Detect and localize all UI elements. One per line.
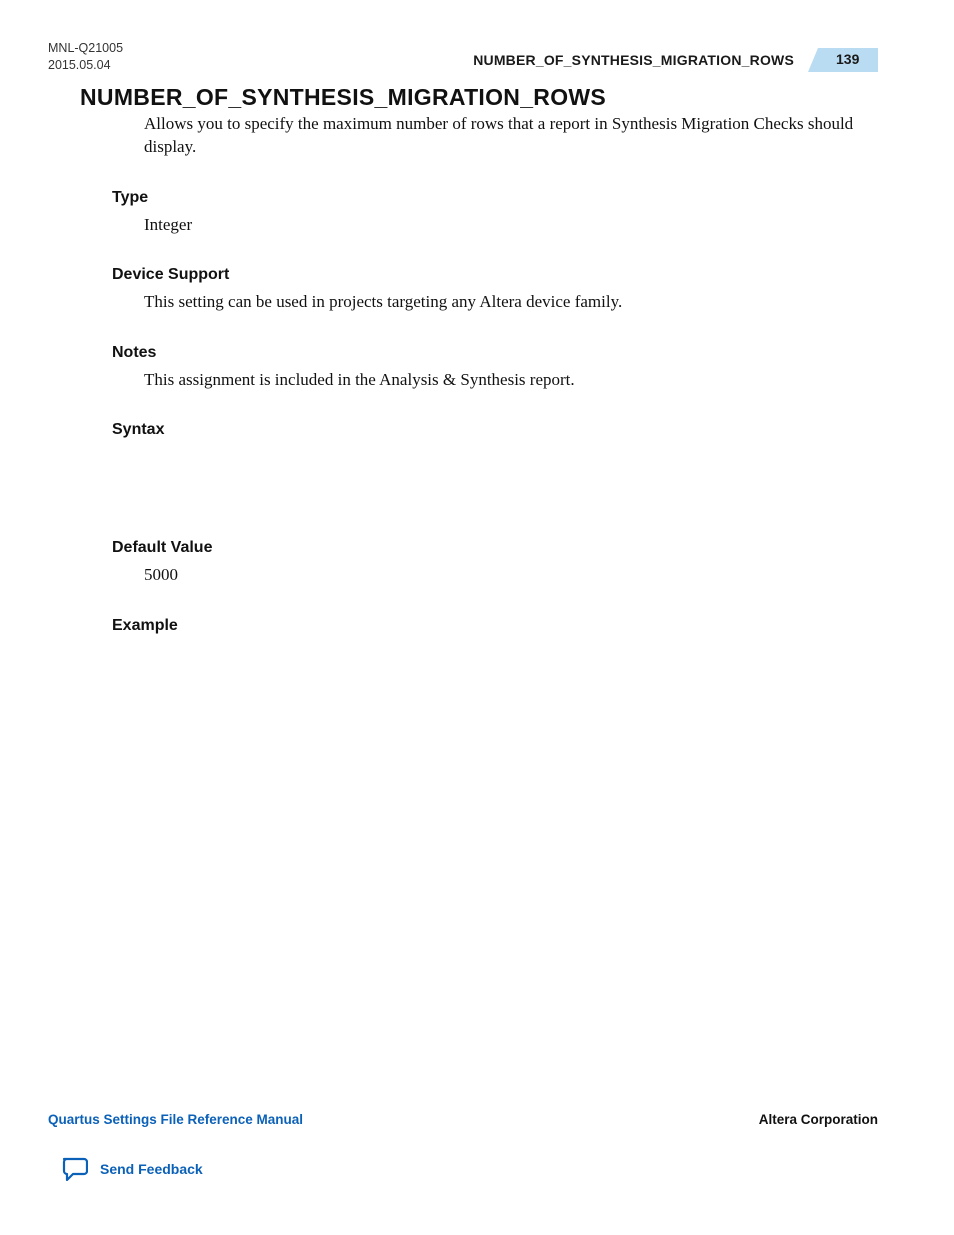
header-topic-title: NUMBER_OF_SYNTHESIS_MIGRATION_ROWS xyxy=(473,52,794,68)
speech-bubble-icon xyxy=(60,1157,88,1181)
page-number: 139 xyxy=(836,51,859,67)
default-value-body: 5000 xyxy=(144,563,878,586)
section-title: NUMBER_OF_SYNTHESIS_MIGRATION_ROWS xyxy=(80,84,606,111)
notes-body: This assignment is included in the Analy… xyxy=(144,368,878,391)
page: MNL-Q21005 2015.05.04 NUMBER_OF_SYNTHESI… xyxy=(0,0,954,1235)
doc-id: MNL-Q21005 xyxy=(48,40,123,57)
device-support-heading: Device Support xyxy=(112,266,878,284)
send-feedback-link[interactable]: Send Feedback xyxy=(60,1157,203,1181)
header-right: NUMBER_OF_SYNTHESIS_MIGRATION_ROWS 139 xyxy=(473,48,878,72)
footer-manual-link[interactable]: Quartus Settings File Reference Manual xyxy=(48,1112,303,1127)
notes-heading: Notes xyxy=(112,344,878,362)
doc-id-block: MNL-Q21005 2015.05.04 xyxy=(48,40,123,74)
syntax-heading: Syntax xyxy=(112,421,878,439)
doc-date: 2015.05.04 xyxy=(48,57,123,74)
content-area: Allows you to specify the maximum number… xyxy=(112,112,878,641)
default-value-heading: Default Value xyxy=(112,539,878,557)
intro-paragraph: Allows you to specify the maximum number… xyxy=(144,112,878,159)
send-feedback-label: Send Feedback xyxy=(100,1161,203,1177)
page-number-badge: 139 xyxy=(808,48,878,72)
type-heading: Type xyxy=(112,189,878,207)
device-support-body: This setting can be used in projects tar… xyxy=(144,290,878,313)
example-heading: Example xyxy=(112,617,878,635)
footer-company: Altera Corporation xyxy=(759,1112,878,1127)
type-body: Integer xyxy=(144,213,878,236)
